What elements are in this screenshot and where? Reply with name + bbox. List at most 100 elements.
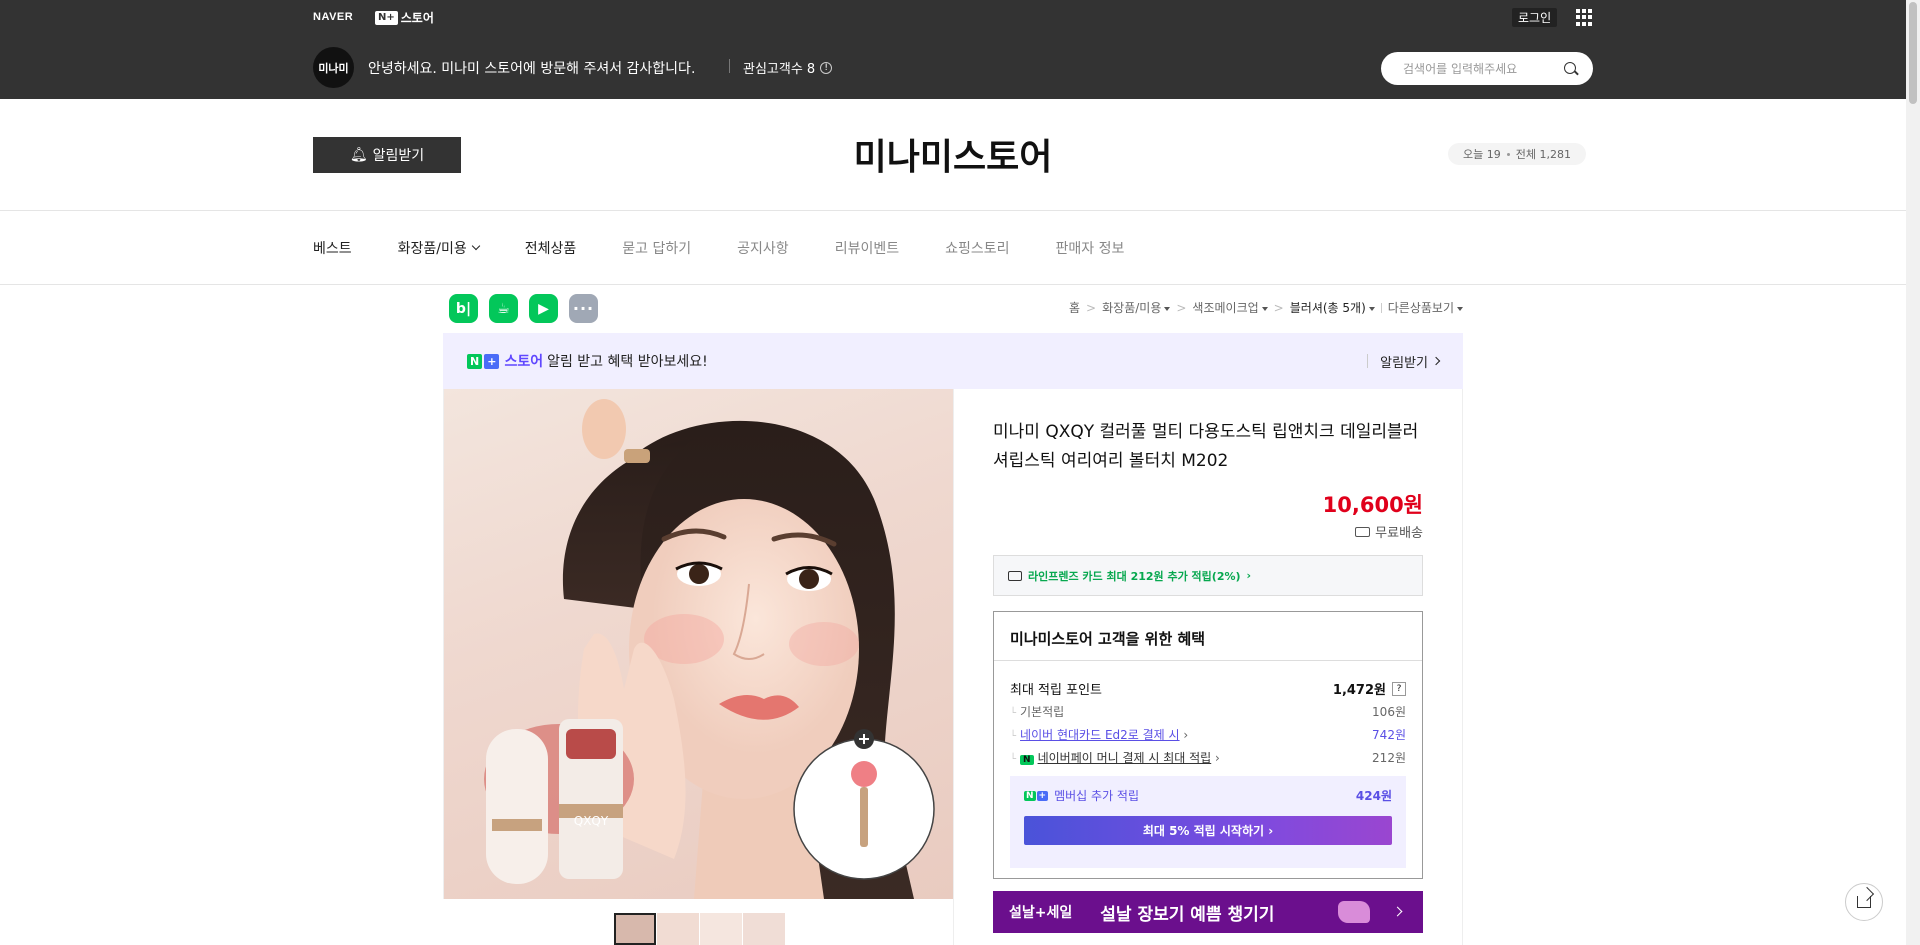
card-benefit-text: 라인프렌즈 카드 최대 212원 추가 적립(2%) (1028, 569, 1241, 583)
search-icon[interactable] (1563, 61, 1579, 77)
blog-share-icon[interactable]: b| (449, 294, 478, 323)
divider (1380, 302, 1382, 313)
login-button[interactable]: 로그인 (1512, 8, 1558, 27)
breadcrumb-cat2[interactable]: 색조메이크업 (1192, 299, 1268, 316)
caret-down-icon (1457, 306, 1463, 311)
points-value: 742원 (1372, 728, 1406, 742)
chevron-right-icon: > (1176, 300, 1187, 315)
store-title[interactable]: 미나미스토어 (0, 128, 1906, 180)
membership-box: N + 멤버십 추가 적립 424원 최대 5% 적립 시작하기 › (1010, 776, 1406, 868)
chevron-right-icon: > (1086, 300, 1097, 315)
chevron-right-icon: > (1273, 300, 1284, 315)
npay-points-link[interactable]: 네이버페이 머니 결제 시 최대 적립 (1038, 751, 1212, 765)
nplus-badge: N+ (375, 10, 398, 25)
dot-separator (1506, 152, 1510, 156)
thumbnail-4[interactable] (743, 913, 785, 945)
thumbnail-2[interactable] (657, 913, 699, 945)
nav-item-best[interactable]: 베스트 (313, 238, 352, 258)
breadcrumb-home[interactable]: 홈 (1069, 299, 1080, 316)
card-points-link[interactable]: 네이버 현대카드 Ed2로 결제 시 (1020, 728, 1180, 742)
store-logo-text: 스토어 (400, 11, 434, 25)
chevron-right-icon (1431, 356, 1441, 366)
caret-down-icon (1164, 306, 1171, 311)
store-avatar[interactable]: 미나미 (313, 47, 354, 88)
chevron-right-icon (1392, 906, 1403, 917)
help-icon[interactable]: ? (1392, 681, 1406, 696)
n-badge: N (467, 353, 483, 369)
plus-badge: + (484, 353, 500, 369)
caret-down-icon (1261, 306, 1268, 311)
product-brand-label: QXQY (574, 814, 609, 828)
share-icons: b| ☕ ▶ ··· (449, 294, 598, 323)
greeting-text: 안녕하세요. 미나미 스토어에 방문해 주셔서 감사합니다. (368, 61, 696, 77)
sale-banner-decoration (1338, 901, 1370, 923)
scrollbar[interactable] (1906, 0, 1920, 945)
shipping-label: 무료배송 (1375, 526, 1423, 541)
points-value: 106원 (1372, 705, 1406, 719)
nav-item-qna[interactable]: 묻고 답하기 (622, 238, 691, 258)
store-nav: 베스트 화장품/미용 전체상품 묻고 답하기 공지사항 리뷰이벤트 쇼핑스토리 … (313, 238, 1170, 258)
nav-item-all-products[interactable]: 전체상품 (525, 238, 577, 258)
breadcrumb-cat1[interactable]: 화장품/미용 (1102, 299, 1171, 316)
max-points-label: 최대 적립 포인트 (1010, 683, 1102, 698)
customer-benefits-box: 미나미스토어 고객을 위한 혜택 최대 적립 포인트 1,472원? 기본적립 … (993, 611, 1423, 879)
points-row-npay: N네이버페이 머니 결제 시 최대 적립 › 212원 (1010, 749, 1406, 766)
global-header: NAVER N+ 스토어 로그인 미나미 안녕하세요. 미나미 스토어에 방문해… (0, 0, 1920, 99)
interest-count: 관심고객수 8 (743, 62, 816, 77)
product-main-image[interactable]: QXQY (443, 389, 953, 899)
membership-row: N + 멤버십 추가 적립 424원 (1024, 787, 1392, 804)
naver-plus-store-logo[interactable]: N+ 스토어 (375, 9, 434, 26)
seollal-sale-banner[interactable]: 설날+세일 설날 장보기 예쁨 챙기기 (993, 891, 1423, 933)
interest-customers: 관심고객수 8 ! (743, 58, 833, 77)
apps-grid-icon[interactable] (1576, 9, 1593, 26)
membership-button-label: 최대 5% 적립 시작하기 (1142, 824, 1265, 838)
truck-icon (1355, 526, 1371, 537)
store-label: 스토어 (504, 354, 544, 370)
breadcrumb: 홈 > 화장품/미용 > 색조메이크업 > 블러셔(총 5개) 다른상품보기 (1069, 299, 1463, 316)
chevron-right-icon: › (1246, 569, 1252, 582)
shipping-info: 무료배송 (1355, 522, 1423, 541)
npay-icon: N (1020, 755, 1034, 765)
today-visitors: 오늘 19 (1463, 148, 1501, 161)
nav-item-review-event[interactable]: 리뷰이벤트 (835, 238, 899, 258)
product-price: 10,600원 (1322, 493, 1423, 517)
keep-share-icon[interactable]: ▶ (529, 294, 558, 323)
nav-item-cosmetics[interactable]: 화장품/미용 (398, 238, 481, 258)
credit-card-icon (1008, 570, 1022, 581)
search-box (1381, 52, 1593, 85)
points-label: 기본적립 (1010, 703, 1064, 720)
sale-banner-tag: 설날+세일 (1009, 905, 1073, 921)
divider (1462, 389, 1463, 945)
search-input[interactable] (1403, 61, 1553, 76)
store-notification-banner: N + 스토어 알림 받고 혜택 받아보세요! 알림받기 (443, 333, 1463, 389)
divider (729, 59, 730, 73)
membership-start-button[interactable]: 최대 5% 적립 시작하기 › (1024, 816, 1392, 845)
breadcrumb-cat3[interactable]: 블러셔(총 5개) (1290, 299, 1375, 316)
divider (994, 660, 1422, 661)
share-icon[interactable] (1845, 883, 1883, 921)
naver-logo[interactable]: NAVER (313, 11, 353, 23)
total-visitors: 전체 1,281 (1515, 148, 1571, 161)
scrollbar-thumb[interactable] (1909, 2, 1917, 104)
cafe-share-icon[interactable]: ☕ (489, 294, 518, 323)
more-share-icon[interactable]: ··· (569, 294, 598, 323)
points-row-basic: 기본적립 106원 (1010, 703, 1406, 720)
nav-item-notice[interactable]: 공지사항 (737, 238, 789, 258)
benefits-title: 미나미스토어 고객을 위한 혜택 (1010, 630, 1206, 648)
chevron-down-icon (471, 241, 481, 251)
card-benefit-link[interactable]: 라인프렌즈 카드 최대 212원 추가 적립(2%) › (993, 555, 1423, 596)
nplus-store-logo: N + 스토어 (467, 351, 543, 371)
thumbnail-1[interactable] (614, 913, 656, 945)
membership-label: 멤버십 추가 적립 (1054, 789, 1140, 803)
promo-alarm-link[interactable]: 알림받기 (1367, 354, 1441, 371)
promo-text: 알림 받고 혜택 받아보세요! (547, 354, 708, 370)
points-row-card: 네이버 현대카드 Ed2로 결제 시 › 742원 (1010, 726, 1406, 743)
other-products-dropdown[interactable]: 다른상품보기 (1388, 299, 1463, 316)
nav-item-shopping-story[interactable]: 쇼핑스토리 (945, 238, 1009, 258)
thumbnail-3[interactable] (700, 913, 742, 945)
product-title: 미나미 QXQY 컬러풀 멀티 다용도스틱 립앤치크 데일리블러셔립스틱 여리여… (993, 422, 1419, 471)
product-thumbnails (614, 913, 785, 945)
nav-item-seller-info[interactable]: 판매자 정보 (1056, 238, 1125, 258)
sale-banner-title: 설날 장보기 예쁨 챙기기 (1100, 904, 1275, 925)
info-icon[interactable]: ! (820, 61, 833, 74)
